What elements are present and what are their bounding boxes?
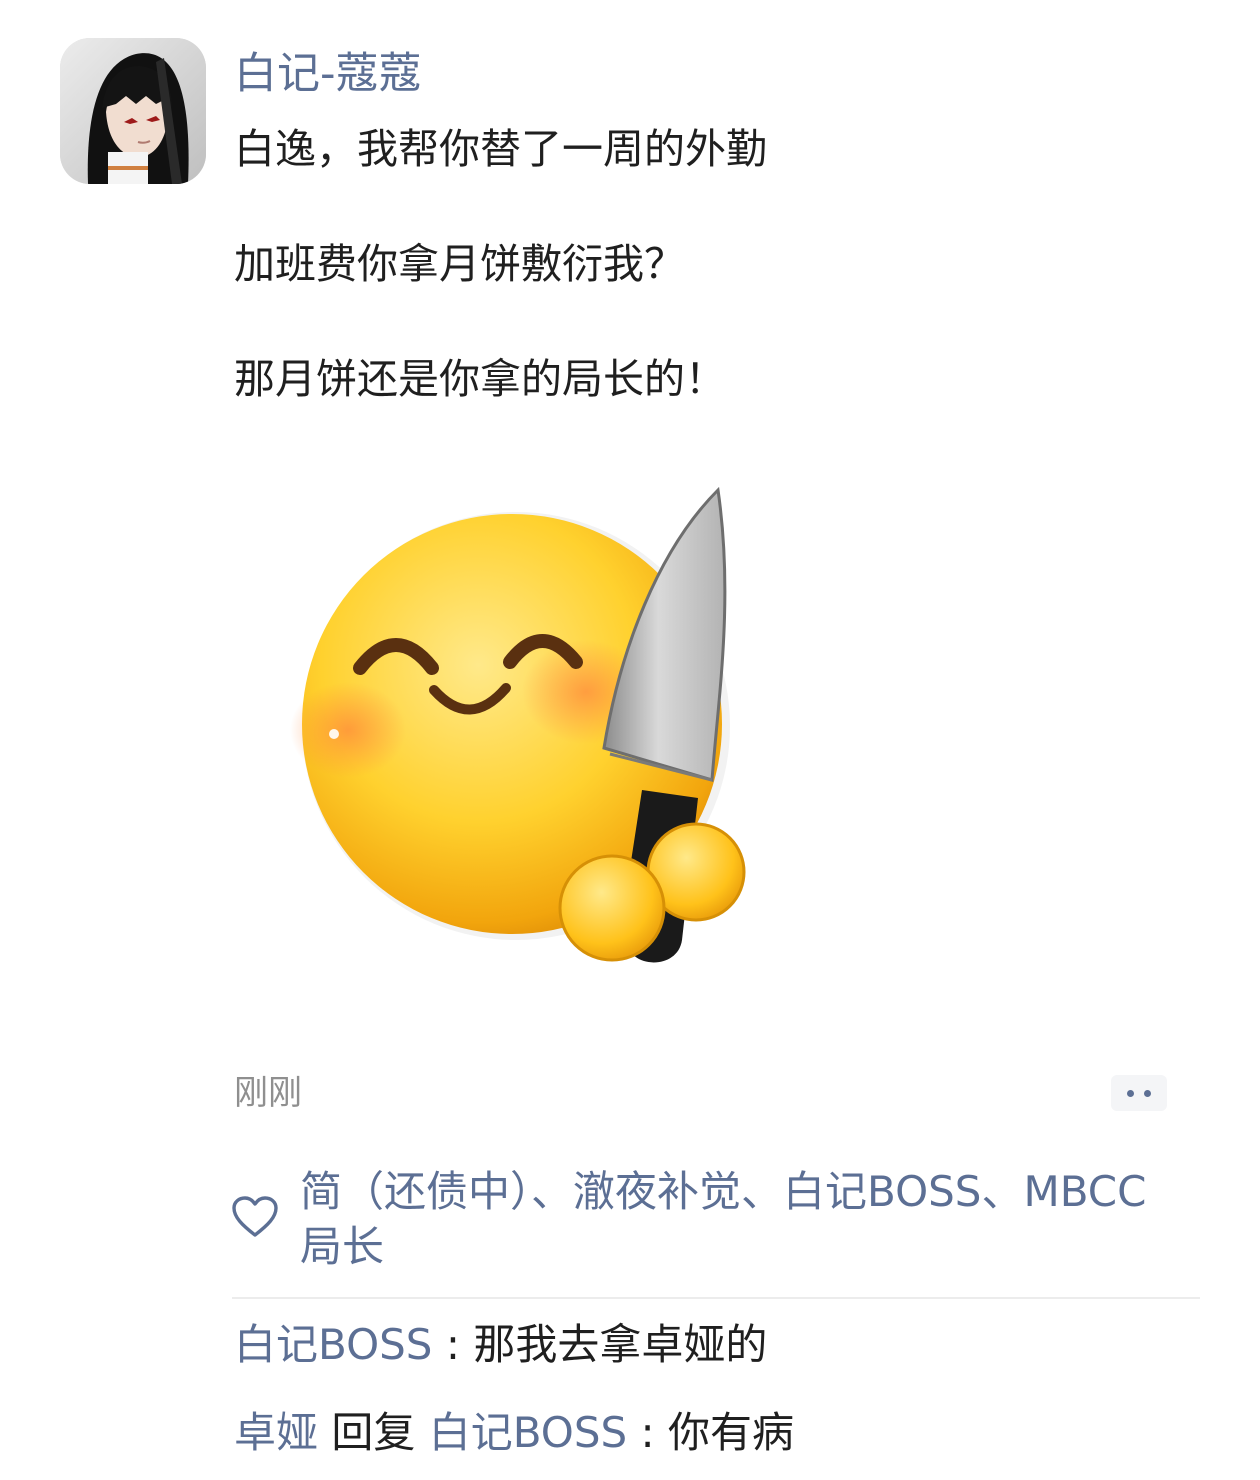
- post-text: 白逸，我帮你替了一周的外勤 加班费你拿月饼敷衍我？ 那月饼还是你拿的局长的！: [234, 120, 1194, 408]
- reply-word: 回复: [318, 1408, 429, 1457]
- post-text-line: 那月饼还是你拿的局长的！: [234, 355, 726, 403]
- heart-icon: [232, 1196, 278, 1237]
- avatar-image: [60, 38, 206, 184]
- post-text-line: 加班费你拿月饼敷衍我？: [234, 240, 685, 288]
- likes-names[interactable]: 简（还债中）、澈夜补觉、白记BOSS、MBCC局长: [300, 1164, 1180, 1274]
- comment-author[interactable]: 白记BOSS: [234, 1320, 432, 1369]
- comment-text: 那我去拿卓娅的: [473, 1320, 768, 1369]
- comment-text: 你有病: [668, 1408, 795, 1457]
- post-text-line: 白逸，我帮你替了一周的外勤: [234, 125, 767, 173]
- more-dots-icon[interactable]: [1111, 1075, 1167, 1111]
- more-dot: [1127, 1089, 1134, 1097]
- comment-item[interactable]: 卓娅 回复 白记BOSS : 你有病: [234, 1404, 794, 1462]
- comment-separator: :: [627, 1408, 669, 1457]
- post-timestamp: 刚刚: [234, 1073, 302, 1113]
- smiling-face-with-knife-sticker[interactable]: [286, 480, 766, 990]
- comment-author[interactable]: 卓娅: [234, 1408, 318, 1457]
- more-dot: [1144, 1089, 1151, 1097]
- comment-separator: :: [432, 1320, 474, 1369]
- comment-item[interactable]: 白记BOSS : 那我去拿卓娅的: [234, 1316, 767, 1374]
- comments-divider: [232, 1297, 1200, 1299]
- post-author-name[interactable]: 白记-蔻蔻: [234, 44, 422, 104]
- author-avatar[interactable]: [60, 38, 206, 184]
- reply-to-name[interactable]: 白记BOSS: [429, 1408, 627, 1457]
